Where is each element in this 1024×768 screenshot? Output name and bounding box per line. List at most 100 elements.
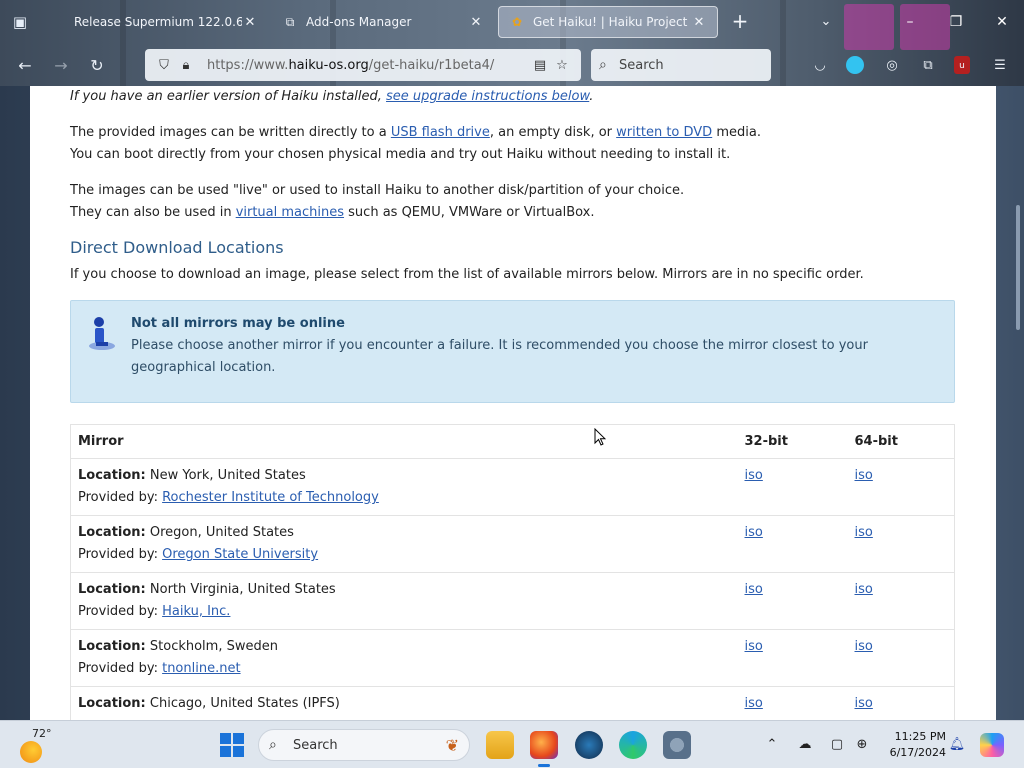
haiku-leaf-icon: ✿ <box>511 15 523 29</box>
mirror-cell: Location: North Virginia, United States … <box>70 572 738 630</box>
iso-32bit-link[interactable]: iso <box>745 468 763 483</box>
reload-icon[interactable]: ↻ <box>84 53 110 79</box>
restore-icon[interactable]: ❐ <box>942 8 970 36</box>
notice-title: Not all mirrors may be online <box>131 316 345 331</box>
search-icon: ⌕ <box>269 737 277 753</box>
column-header-32bit: 32-bit <box>737 424 848 459</box>
intro-paragraph-2: The images can be used "live" or used to… <box>70 183 685 198</box>
table-row: Location: Chicago, United States (IPFS) … <box>70 686 955 720</box>
firefox-icon[interactable] <box>530 731 558 767</box>
start-windows-icon[interactable] <box>220 733 244 757</box>
new-tab-button[interactable]: + <box>728 10 752 34</box>
close-icon[interactable]: ✕ <box>242 15 258 30</box>
provided-label: Provided by: <box>78 604 158 619</box>
iso-64bit-link[interactable]: iso <box>855 582 873 597</box>
url-text[interactable]: https://www.haiku-os.org/get-haiku/r1bet… <box>197 58 529 73</box>
text: such as QEMU, VMWare or VirtualBox. <box>344 205 595 220</box>
forward-arrow-icon[interactable]: → <box>48 53 74 79</box>
provider-link[interactable]: Rochester Institute of Technology <box>162 490 379 505</box>
back-arrow-icon[interactable]: ← <box>12 53 38 79</box>
clock[interactable]: 11:25 PM 6/17/2024 <box>876 729 946 761</box>
edge-icon[interactable] <box>619 731 647 759</box>
display-icon[interactable]: ▢ <box>828 737 846 753</box>
iso-32bit-link[interactable]: iso <box>745 639 763 654</box>
firefox-view-icon[interactable]: ▣ <box>6 10 34 34</box>
weather-sun-icon <box>20 741 42 763</box>
account-icon[interactable]: ◎ <box>882 56 902 76</box>
bookmark-star-icon[interactable]: ☆ <box>551 58 573 73</box>
iso-32bit-link[interactable]: iso <box>745 696 763 711</box>
extension-icon[interactable] <box>846 56 864 74</box>
iso32-cell: iso <box>737 515 848 573</box>
iso-64bit-link[interactable]: iso <box>855 468 873 483</box>
close-icon[interactable]: ✕ <box>468 15 484 30</box>
file-explorer-icon[interactable] <box>486 731 514 759</box>
provider-link[interactable]: Oregon State University <box>162 547 318 562</box>
url-prefix: https://www. <box>207 57 289 73</box>
upgrade-instructions-link[interactable]: see upgrade instructions below <box>386 89 589 104</box>
minimize-icon[interactable]: – <box>896 8 924 36</box>
steam-icon[interactable] <box>575 731 603 759</box>
lock-icon[interactable]: 🔒︎ <box>175 58 197 73</box>
butterfly-icon: ❦ <box>445 735 459 755</box>
iso-32bit-link[interactable]: iso <box>745 582 763 597</box>
taskbar-search-input[interactable]: ⌕ Search ❦ <box>258 729 470 761</box>
cloud-offline-icon[interactable]: ☁ <box>796 737 814 753</box>
provided-label: Provided by: <box>78 661 158 676</box>
search-input[interactable]: ⌕ Search <box>591 49 771 81</box>
reader-view-icon[interactable]: ▤ <box>529 58 551 73</box>
text: , an empty disk, or <box>489 125 617 140</box>
location-value: Chicago, United States (IPFS) <box>149 696 340 711</box>
iso-64bit-link[interactable]: iso <box>855 696 873 711</box>
location-value: New York, United States <box>149 468 306 483</box>
iso64-cell: iso <box>847 686 955 720</box>
upgrade-note-text: If you have an earlier version of Haiku … <box>70 89 387 104</box>
chevron-up-icon[interactable]: ⌃ <box>763 737 781 753</box>
upgrade-note: If you have an earlier version of Haiku … <box>70 86 593 108</box>
provided-label: Provided by: <box>78 547 158 562</box>
iso-32bit-link[interactable]: iso <box>745 525 763 540</box>
provider-link[interactable]: tnonline.net <box>162 661 240 676</box>
location-label: Location: <box>78 582 146 597</box>
notice-text: Please choose another mirror if you enco… <box>131 338 868 375</box>
page-content: If you have an earlier version of Haiku … <box>30 86 996 720</box>
url-path: /get-haiku/r1beta4/ <box>368 57 495 73</box>
mirror-cell: Location: Chicago, United States (IPFS) <box>70 686 738 720</box>
network-icon[interactable]: ⊕ <box>853 737 871 753</box>
text: The provided images can be written direc… <box>70 125 391 140</box>
table-row: Location: Oregon, United States Provided… <box>70 515 955 573</box>
url-bar[interactable]: ⛉ 🔒︎ https://www.haiku-os.org/get-haiku/… <box>145 49 581 81</box>
location-value: Oregon, United States <box>149 525 294 540</box>
written-to-dvd-link[interactable]: written to DVD <box>616 125 712 140</box>
chevron-down-icon[interactable]: ⌄ <box>814 10 838 34</box>
hamburger-menu-icon[interactable]: ☰ <box>990 56 1010 76</box>
taskbar-search-label: Search <box>293 737 338 753</box>
virtual-machines-link[interactable]: virtual machines <box>236 205 344 220</box>
table-row: Location: Stockholm, Sweden Provided by:… <box>70 629 955 687</box>
iso-64bit-link[interactable]: iso <box>855 525 873 540</box>
shield-icon[interactable]: ⛉ <box>153 58 175 73</box>
settings-gear-icon[interactable] <box>663 731 691 759</box>
tab-supermium[interactable]: Release Supermium 122.0.6261. ✕ <box>64 6 268 38</box>
close-window-icon[interactable]: ✕ <box>988 8 1016 36</box>
iso-64bit-link[interactable]: iso <box>855 639 873 654</box>
iso64-cell: iso <box>847 515 955 573</box>
extensions-puzzle-icon[interactable]: ⧉ <box>918 56 938 76</box>
tab-title: Add-ons Manager <box>306 15 412 29</box>
tab-get-haiku[interactable]: ✿ Get Haiku! | Haiku Project ✕ <box>498 6 718 38</box>
url-domain: haiku-os.org <box>288 57 369 73</box>
pocket-icon[interactable]: ◡ <box>810 56 830 76</box>
iso32-cell: iso <box>737 458 848 516</box>
provider-link[interactable]: Haiku, Inc. <box>162 604 230 619</box>
copilot-icon[interactable] <box>980 733 1004 757</box>
intro-paragraph-1-line2: You can boot directly from your chosen p… <box>70 147 731 162</box>
temperature: 72° <box>32 727 52 740</box>
scrollbar[interactable] <box>1016 205 1020 330</box>
notification-bell-icon[interactable]: 🔔︎ <box>948 737 966 753</box>
mirror-cell: Location: Oregon, United States Provided… <box>70 515 738 573</box>
close-icon[interactable]: ✕ <box>691 15 707 30</box>
usb-flash-drive-link[interactable]: USB flash drive <box>391 125 490 140</box>
weather-widget[interactable]: 72° <box>18 727 58 763</box>
tab-addons-manager[interactable]: ⧉ Add-ons Manager ✕ <box>272 6 494 38</box>
ublock-icon[interactable]: u <box>954 56 970 74</box>
